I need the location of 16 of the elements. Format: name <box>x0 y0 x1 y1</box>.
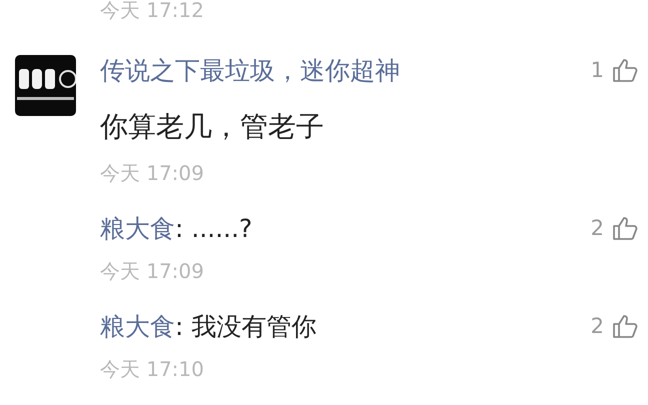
thumbs-up-icon <box>612 57 638 83</box>
thumbs-up-icon <box>612 313 638 339</box>
author-name[interactable]: 传说之下最垃圾，迷你超神 <box>100 54 400 86</box>
like-button[interactable]: 1 <box>590 57 638 83</box>
like-button[interactable]: 2 <box>590 313 638 339</box>
reply-time: 今天 17:09 <box>100 259 205 283</box>
comment-text: 你算老几，管老子 <box>100 109 325 145</box>
thumbs-up-icon <box>612 215 638 241</box>
author-name[interactable]: 粮大食 <box>100 214 175 242</box>
reply-time: 今天 17:10 <box>100 357 205 381</box>
reply-text: : ......? <box>175 214 252 242</box>
reply-text: : 我没有管你 <box>175 312 316 340</box>
comment-time: 今天 17:09 <box>100 161 205 185</box>
like-button[interactable]: 2 <box>590 215 638 241</box>
author-name[interactable]: 粮大食 <box>100 312 175 340</box>
comment-time: 今天 17:12 <box>100 0 205 22</box>
